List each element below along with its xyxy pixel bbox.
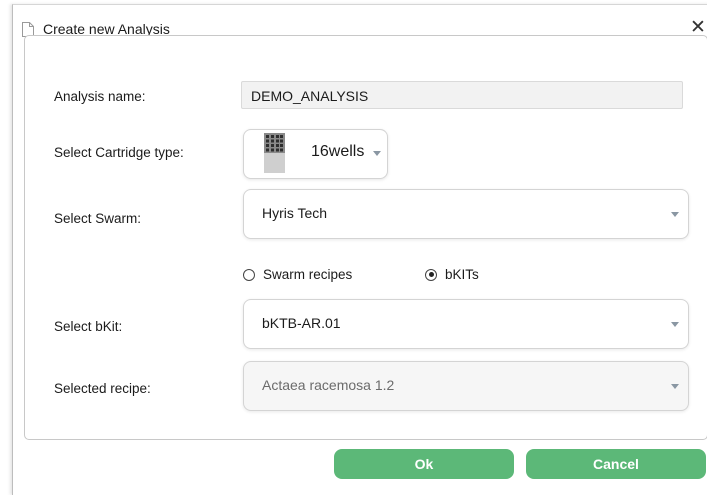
chevron-down-icon bbox=[671, 384, 679, 389]
recipe-select[interactable]: Actaea racemosa 1.2 bbox=[243, 361, 689, 411]
swarm-select[interactable]: Hyris Tech bbox=[243, 189, 689, 239]
form-panel: Analysis name: DEMO_ANALYSIS Select Cart… bbox=[24, 35, 707, 440]
radio-swarm-recipes-label: Swarm recipes bbox=[263, 267, 353, 282]
cartridge-type-select[interactable]: 16wells bbox=[243, 129, 388, 179]
bkit-value: bKTB-AR.01 bbox=[262, 315, 341, 331]
bkit-label: Select bKit: bbox=[54, 319, 123, 334]
swarm-label: Select Swarm: bbox=[54, 211, 142, 226]
radio-swarm-recipes[interactable]: Swarm recipes bbox=[243, 267, 352, 282]
recipe-label: Selected recipe: bbox=[54, 381, 151, 396]
chevron-down-icon bbox=[373, 151, 381, 156]
chevron-down-icon bbox=[671, 322, 679, 327]
chevron-down-icon bbox=[671, 212, 679, 217]
recipe-value: Actaea racemosa 1.2 bbox=[262, 377, 395, 393]
radio-bkits[interactable]: bKITs bbox=[425, 267, 479, 282]
cartridge-type-label: Select Cartridge type: bbox=[54, 145, 184, 160]
dialog-window: Create new Analysis ✕ Analysis name: DEM… bbox=[12, 4, 707, 495]
cartridge-16wells-icon bbox=[264, 133, 285, 173]
radio-circle-checked bbox=[425, 268, 437, 281]
cancel-button[interactable]: Cancel bbox=[526, 449, 706, 479]
bkit-select[interactable]: bKTB-AR.01 bbox=[243, 299, 689, 349]
radio-circle-unchecked bbox=[243, 268, 255, 281]
cartridge-type-value: 16wells bbox=[311, 143, 365, 160]
ok-button[interactable]: Ok bbox=[334, 449, 514, 479]
swarm-value: Hyris Tech bbox=[262, 205, 328, 221]
analysis-name-input[interactable]: DEMO_ANALYSIS bbox=[241, 81, 683, 109]
radio-bkits-label: bKITs bbox=[445, 267, 479, 282]
analysis-name-label: Analysis name: bbox=[54, 89, 146, 104]
